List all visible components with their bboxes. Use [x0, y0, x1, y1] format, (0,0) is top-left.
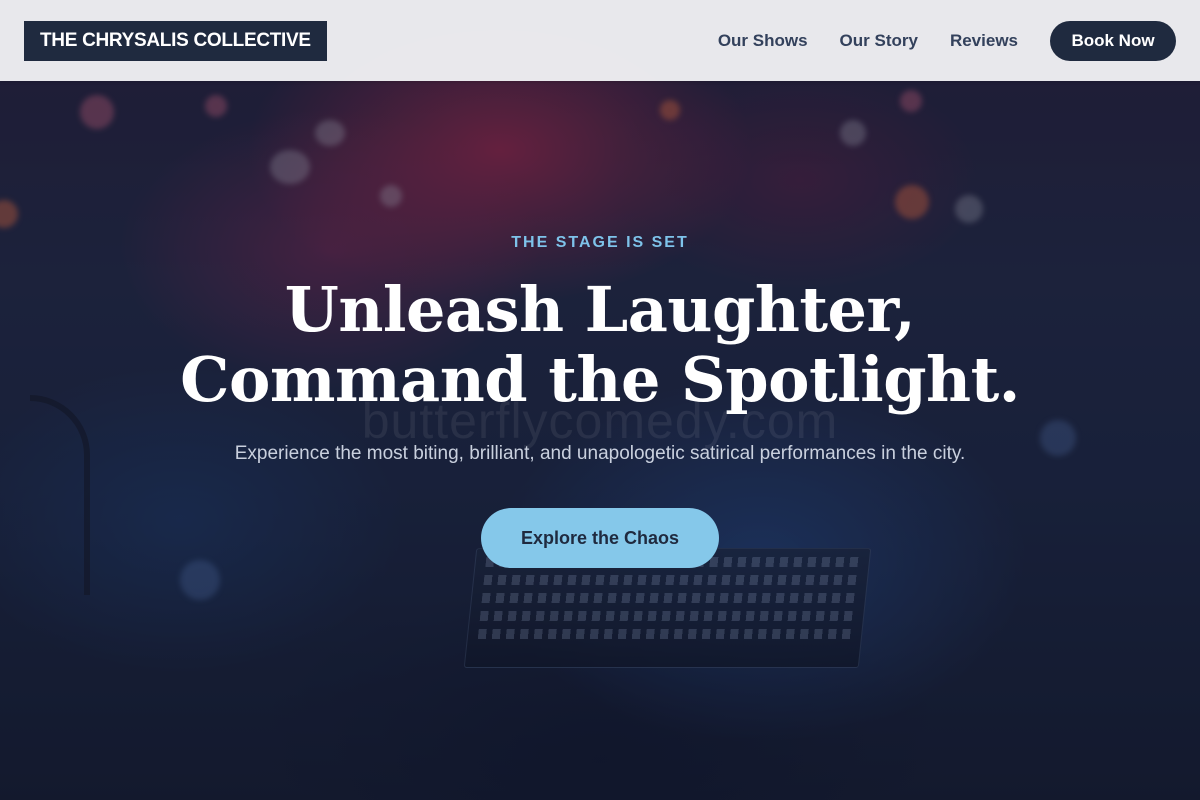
hero-eyebrow: THE STAGE IS SET: [511, 234, 689, 251]
hero-headline: Unleash Laughter, Command the Spotlight.: [0, 275, 1200, 415]
hero-headline-line-2: Command the Spotlight.: [180, 343, 1020, 416]
hero-section: THE STAGE IS SET butterflycomedy.com Unl…: [0, 0, 1200, 800]
hero-headline-line-1: Unleash Laughter,: [284, 273, 916, 346]
hero-subtitle: Experience the most biting, brilliant, a…: [234, 443, 966, 464]
explore-the-chaos-button[interactable]: Explore the Chaos: [481, 508, 719, 568]
